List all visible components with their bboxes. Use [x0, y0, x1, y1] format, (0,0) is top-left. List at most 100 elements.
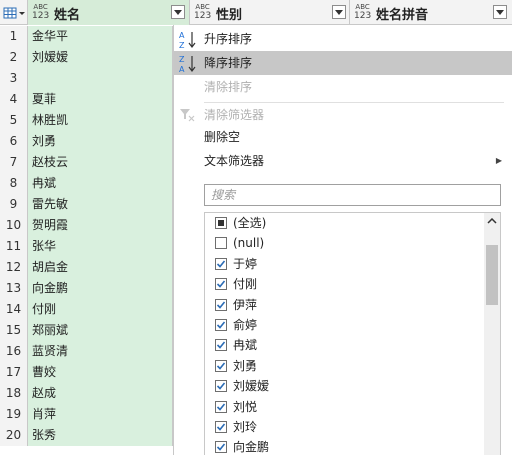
table-row[interactable]: 12 胡启金	[0, 257, 200, 278]
table-row[interactable]: 17 曹姣	[0, 362, 200, 383]
sort-ascending-icon: A Z	[178, 27, 198, 51]
name-cell[interactable]: 雷先敏	[28, 194, 173, 215]
checkbox[interactable]	[215, 380, 227, 393]
row-number: 11	[0, 236, 28, 257]
checkbox[interactable]	[215, 400, 227, 413]
name-cell[interactable]: 赵枝云	[28, 152, 173, 173]
filter-dropdown-button[interactable]	[171, 5, 185, 19]
checkbox[interactable]	[215, 339, 227, 352]
list-scrollbar[interactable]	[484, 213, 500, 455]
table-row[interactable]: 5 林胜凯	[0, 110, 200, 131]
column-header-pinyin[interactable]: ABC 123 姓名拼音	[350, 0, 512, 25]
scrollbar-thumb[interactable]	[486, 245, 498, 305]
name-cell[interactable]: 肖萍	[28, 404, 173, 425]
filter-list-item[interactable]: 刘勇	[205, 356, 500, 376]
menu-item-clear-sort: 清除排序	[174, 75, 512, 99]
filter-values-list: (全选) (null) 于婷 付刚伊萍俞婷 冉斌 刘勇刘嫒嫒刘悦刘玲向金鹏	[204, 212, 501, 455]
filter-list-item[interactable]: (null)	[205, 233, 500, 253]
name-cell[interactable]: 蓝贤清	[28, 341, 173, 362]
row-number: 16	[0, 341, 28, 362]
name-cell[interactable]: 付刚	[28, 299, 173, 320]
name-cell[interactable]: 金华平	[28, 26, 173, 47]
row-number: 19	[0, 404, 28, 425]
table-row[interactable]: 3	[0, 68, 200, 89]
table-row[interactable]: 20 张秀	[0, 425, 200, 446]
table-row[interactable]: 9 雷先敏	[0, 194, 200, 215]
checkbox[interactable]	[215, 441, 227, 454]
column-title: 姓名	[54, 8, 81, 23]
menu-item-sort-descending[interactable]: Z A 降序排序	[174, 51, 512, 75]
filter-item-label: 刘嫒嫒	[233, 379, 270, 394]
name-cell[interactable]: 曹姣	[28, 362, 173, 383]
table-row[interactable]: 19 肖萍	[0, 404, 200, 425]
svg-text:A: A	[179, 31, 185, 40]
table-row[interactable]: 2 刘嫒嫒	[0, 47, 200, 68]
filter-item-label: 刘玲	[233, 419, 258, 434]
row-number: 1	[0, 26, 28, 47]
column-title: 性别	[216, 8, 243, 23]
table-row[interactable]: 18 赵成	[0, 383, 200, 404]
table-row[interactable]: 16 蓝贤清	[0, 341, 200, 362]
name-cell[interactable]: 刘嫒嫒	[28, 47, 173, 68]
table-row[interactable]: 13 向金鹏	[0, 278, 200, 299]
name-cell[interactable]: 张华	[28, 236, 173, 257]
column-header-gender[interactable]: ABC 123 性别	[190, 0, 350, 25]
table-row[interactable]: 1 金华平	[0, 26, 200, 47]
filter-list-item[interactable]: 刘嫒嫒	[205, 376, 500, 396]
table-row[interactable]: 6 刘勇	[0, 131, 200, 152]
filter-list-item[interactable]: 俞婷	[205, 315, 500, 335]
table-row[interactable]: 15 郑丽斌	[0, 320, 200, 341]
column-header-name[interactable]: ABC 123 姓名	[28, 0, 190, 25]
filter-list-item[interactable]: 付刚	[205, 274, 500, 294]
table-row[interactable]: 4 夏菲	[0, 89, 200, 110]
table-row[interactable]: 11 张华	[0, 236, 200, 257]
table-row[interactable]: 14 付刚	[0, 299, 200, 320]
sort-descending-icon: Z A	[178, 51, 198, 75]
table-row[interactable]: 8 冉斌	[0, 173, 200, 194]
menu-item-label: 升序排序	[204, 32, 253, 46]
checkbox[interactable]	[215, 257, 227, 270]
checkbox[interactable]	[215, 278, 227, 291]
menu-item-sort-ascending[interactable]: A Z 升序排序	[174, 27, 512, 51]
menu-item-remove-empty[interactable]: 删除空	[174, 125, 512, 149]
row-number: 6	[0, 131, 28, 152]
checkbox[interactable]	[215, 298, 227, 311]
row-number: 8	[0, 173, 28, 194]
menu-item-text-filters[interactable]: 文本筛选器 ▶	[174, 149, 512, 173]
name-cell[interactable]	[28, 68, 173, 89]
filter-item-label: 伊萍	[233, 297, 258, 312]
name-cell[interactable]: 赵成	[28, 383, 173, 404]
checkbox[interactable]	[215, 359, 227, 372]
name-cell[interactable]: 冉斌	[28, 173, 173, 194]
filter-list-item[interactable]: 刘悦	[205, 397, 500, 417]
checkbox[interactable]	[215, 237, 227, 250]
row-number: 7	[0, 152, 28, 173]
search-input[interactable]: 搜索	[204, 184, 501, 206]
filter-list-item[interactable]: 冉斌	[205, 335, 500, 355]
name-cell[interactable]: 郑丽斌	[28, 320, 173, 341]
table-row[interactable]: 10 贺明霞	[0, 215, 200, 236]
filter-dropdown-button[interactable]	[493, 5, 507, 19]
filter-dropdown-button[interactable]	[332, 5, 346, 19]
filter-list-item[interactable]: 伊萍	[205, 295, 500, 315]
row-number: 9	[0, 194, 28, 215]
filter-list-item[interactable]: (全选)	[205, 213, 500, 233]
name-cell[interactable]: 胡启金	[28, 257, 173, 278]
name-cell[interactable]: 刘勇	[28, 131, 173, 152]
name-cell[interactable]: 向金鹏	[28, 278, 173, 299]
checkbox[interactable]	[215, 217, 227, 229]
table-menu-button[interactable]	[0, 0, 28, 25]
scroll-up-button[interactable]	[484, 213, 500, 229]
checkbox[interactable]	[215, 318, 227, 331]
name-cell[interactable]: 贺明霞	[28, 215, 173, 236]
name-cell[interactable]: 林胜凯	[28, 110, 173, 131]
table-row[interactable]: 7 赵枝云	[0, 152, 200, 173]
filter-list-item[interactable]: 向金鹏	[205, 437, 500, 455]
checkbox[interactable]	[215, 420, 227, 433]
name-cell[interactable]: 夏菲	[28, 89, 173, 110]
filter-list-item[interactable]: 刘玲	[205, 417, 500, 437]
row-number: 17	[0, 362, 28, 383]
filter-list-item[interactable]: 于婷	[205, 254, 500, 274]
filter-item-label: (全选)	[233, 216, 267, 230]
name-cell[interactable]: 张秀	[28, 425, 173, 446]
